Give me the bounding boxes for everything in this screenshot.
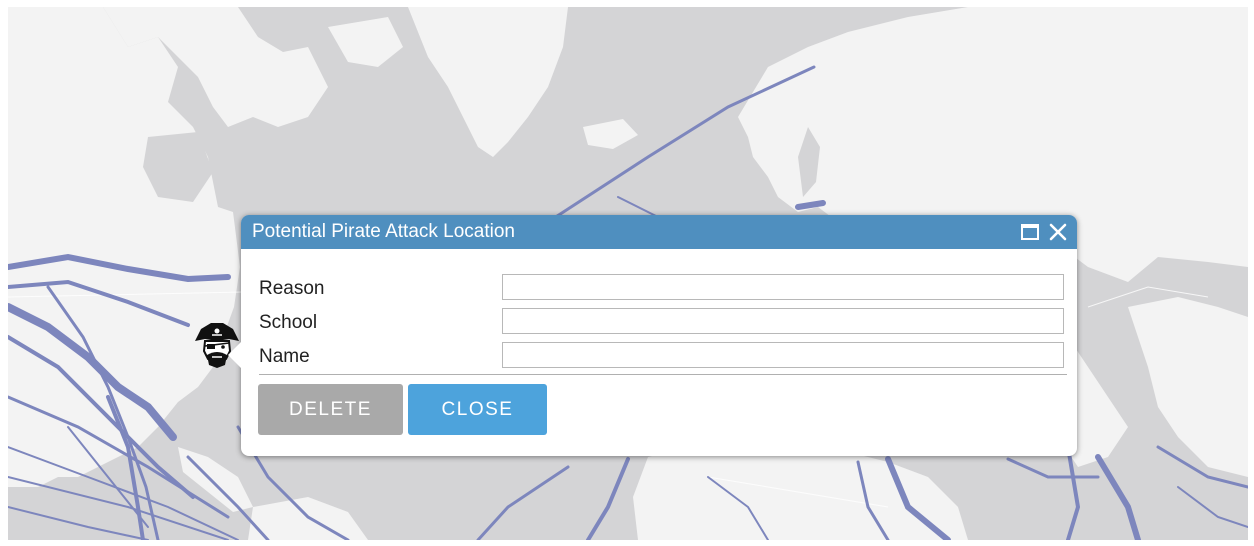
close-icon bbox=[1049, 223, 1067, 241]
reason-label: Reason bbox=[259, 278, 325, 299]
popup-pointer bbox=[228, 341, 242, 369]
school-label: School bbox=[259, 312, 318, 333]
reason-input[interactable] bbox=[502, 274, 1064, 300]
delete-button[interactable]: DELETE bbox=[258, 384, 403, 435]
pirate-attack-popup: Potential Pirate Attack Location Reason … bbox=[228, 215, 1077, 456]
name-label: Name bbox=[259, 346, 310, 367]
name-input[interactable] bbox=[502, 342, 1064, 368]
maximize-icon bbox=[1021, 224, 1039, 240]
popup-title: Potential Pirate Attack Location bbox=[252, 221, 515, 242]
divider bbox=[259, 374, 1067, 375]
close-button[interactable]: CLOSE bbox=[408, 384, 547, 435]
map-frame: Potential Pirate Attack Location Reason … bbox=[8, 7, 1248, 540]
school-input[interactable] bbox=[502, 308, 1064, 334]
close-popup-button[interactable] bbox=[1047, 221, 1069, 243]
maximize-button[interactable] bbox=[1019, 221, 1041, 243]
popup-header: Potential Pirate Attack Location bbox=[241, 215, 1077, 249]
